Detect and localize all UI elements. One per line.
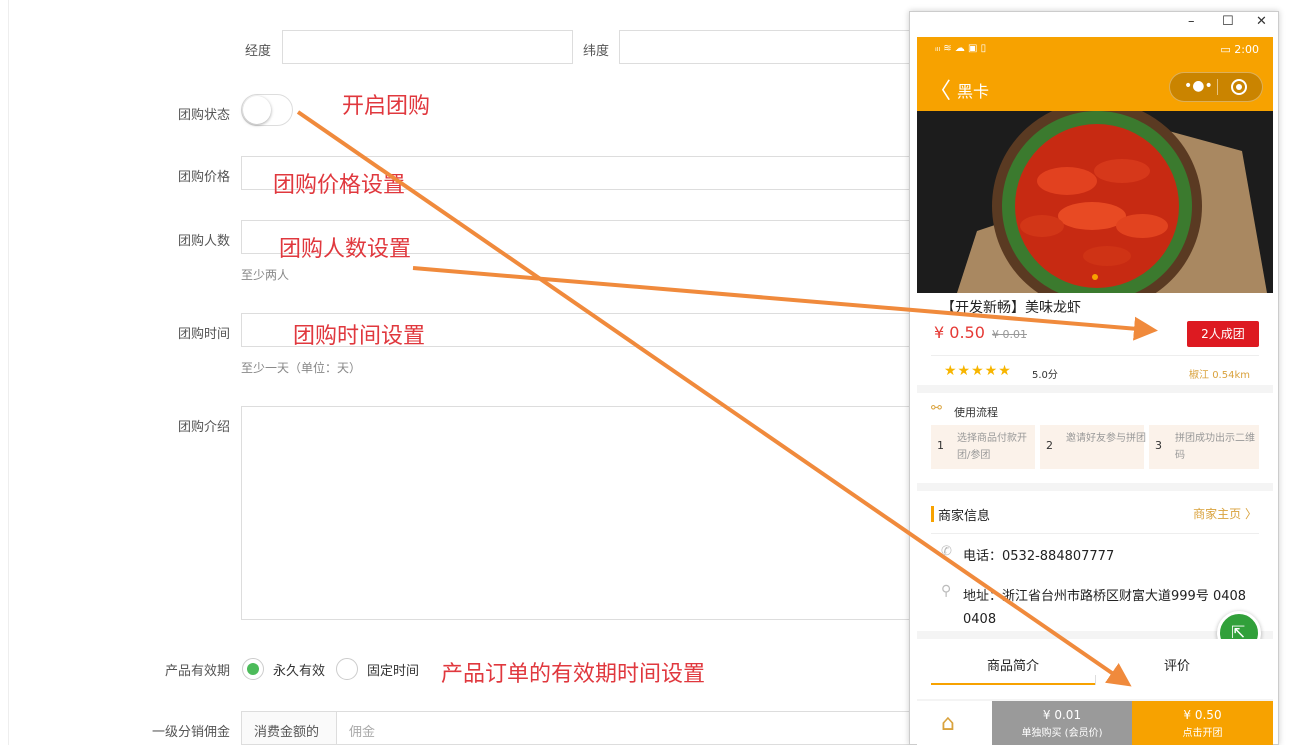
validity-fixed-label[interactable]: 固定时间: [367, 660, 419, 679]
rating-score: 5.0分: [1032, 370, 1058, 381]
flow-icon: ⚯: [931, 401, 942, 416]
rating-stars: ★★★★★: [944, 363, 1012, 379]
phone-icon: ✆: [941, 544, 952, 559]
group-buy-label: 点击开团: [1182, 728, 1223, 739]
more-icon[interactable]: •●•: [1184, 78, 1213, 94]
merchant-info: 商家信息 商家主页 〉 ✆ 电话：0532-884807777 ⚲ 地址：浙江省…: [917, 491, 1273, 655]
group-size-hint: 至少两人: [241, 268, 290, 282]
annotation-validity-setting: 产品订单的有效期时间设置: [441, 662, 706, 687]
validity-forever-radio[interactable]: [242, 658, 264, 680]
commission-label: 一级分销佣金: [152, 725, 231, 740]
footer-bar: ⌂ ¥ 0.01 单独购买 (会员价) ¥ 0.50 点击开团: [917, 701, 1273, 745]
group-price: ¥ 0.50: [934, 323, 985, 342]
group-buy-price: ¥ 0.50: [1183, 708, 1222, 722]
group-time-hint: 至少一天（单位：天）: [241, 361, 362, 375]
product-title: 【开发新畅】美味龙虾: [941, 300, 1081, 316]
longitude-label: 经度: [245, 44, 272, 59]
longitude-input[interactable]: [282, 30, 573, 64]
simulator-window: – ☐ ✕ ᵢₗₗ ≋ ☁ ▣ ▯ ▭ 2:00 〈 黑卡 •●• 【开发新畅】…: [909, 11, 1279, 745]
usage-flow: ⚯ 使用流程 1 选择商品付款开团/参团 2 邀请好友参与拼团 3 拼团成功出示…: [917, 393, 1273, 483]
step-number: 3: [1155, 439, 1162, 452]
page-left-border: [8, 0, 9, 745]
single-buy-button[interactable]: ¥ 0.01 单独购买 (会员价): [992, 701, 1132, 745]
tab-intro[interactable]: 商品简介: [987, 655, 1039, 674]
merchant-phone[interactable]: 电话：0532-884807777: [963, 545, 1114, 564]
phone-screen: ᵢₗₗ ≋ ☁ ▣ ▯ ▭ 2:00 〈 黑卡 •●• 【开发新畅】美味龙虾 ¥…: [917, 37, 1273, 745]
step-text: 拼团成功出示二维码: [1175, 433, 1255, 461]
validity-forever-label[interactable]: 永久有效: [273, 660, 325, 679]
menu-capsule[interactable]: •●•: [1169, 72, 1263, 102]
group-size-button[interactable]: 2人成团: [1187, 321, 1259, 347]
group-price-label: 团购价格: [178, 170, 231, 185]
group-size-label: 团购人数: [178, 234, 231, 249]
commission-prefix-text: 消费金额的: [254, 725, 320, 740]
tab-divider: [1095, 675, 1096, 685]
group-intro-label: 团购介绍: [178, 420, 231, 435]
flow-step: 2 邀请好友参与拼团: [1040, 425, 1146, 469]
toggle-knob: [243, 96, 271, 124]
step-text: 选择商品付款开团/参团: [957, 433, 1027, 461]
close-button[interactable]: ✕: [1256, 14, 1267, 29]
group-status-label: 团购状态: [178, 108, 231, 123]
group-buy-button[interactable]: ¥ 0.50 点击开团: [1132, 701, 1273, 745]
minimize-button[interactable]: –: [1188, 14, 1195, 29]
group-time-label: 团购时间: [178, 327, 231, 342]
status-bar: ᵢₗₗ ≋ ☁ ▣ ▯ ▭ 2:00: [917, 37, 1273, 63]
nav-bar: 〈 黑卡 •●•: [917, 63, 1273, 111]
annotation-enable-group: 开启团购: [342, 94, 431, 119]
group-status-toggle[interactable]: [241, 94, 293, 126]
section-accent-bar: [931, 506, 934, 522]
single-buy-label: 单独购买 (会员价): [1021, 728, 1103, 739]
active-tab-underline: [931, 683, 1095, 685]
annotation-price-setting: 团购价格设置: [273, 173, 406, 198]
flow-title: 使用流程: [954, 406, 998, 419]
battery-clock: ▭ 2:00: [1220, 43, 1259, 56]
commission-input[interactable]: 佣金: [336, 711, 921, 745]
flow-step: 3 拼团成功出示二维码: [1149, 425, 1259, 469]
divider: [931, 533, 1259, 534]
signal-icons: ᵢₗₗ ≋ ☁ ▣ ▯: [935, 43, 987, 54]
step-text: 邀请好友参与拼团: [1066, 433, 1146, 444]
validity-fixed-radio[interactable]: [336, 658, 358, 680]
commission-placeholder: 佣金: [349, 725, 376, 740]
original-price: ¥ 0.01: [992, 328, 1027, 341]
single-buy-price: ¥ 0.01: [1042, 708, 1082, 722]
commission-prefix-addon: 消费金额的: [241, 711, 337, 745]
latitude-label: 纬度: [583, 44, 610, 59]
home-icon[interactable]: ⌂: [941, 711, 955, 736]
product-image: [917, 111, 1273, 293]
window-titlebar: – ☐ ✕: [910, 12, 1278, 36]
capsule-divider: [1217, 79, 1218, 95]
annotation-time-setting: 团购时间设置: [293, 324, 426, 349]
annotation-size-setting: 团购人数设置: [279, 237, 412, 262]
maximize-button[interactable]: ☐: [1222, 14, 1234, 29]
back-icon[interactable]: 〈: [929, 73, 951, 105]
latitude-input[interactable]: [619, 30, 919, 64]
detail-tabs: 商品简介 评价: [917, 639, 1273, 699]
step-number: 2: [1046, 439, 1053, 452]
step-number: 1: [937, 439, 944, 452]
divider: [931, 355, 1259, 356]
merchant-title: 商家信息: [938, 509, 991, 524]
distance: 椒江 0.54km: [1189, 370, 1250, 381]
location-pin-icon: ⚲: [941, 583, 952, 599]
close-miniapp-icon[interactable]: [1231, 79, 1247, 95]
product-card: 【开发新畅】美味龙虾 ¥ 0.50 ¥ 0.01 2人成团 ★★★★★ 5.0分…: [917, 293, 1273, 385]
crayfish-plate-illustration: [917, 111, 1273, 293]
validity-label: 产品有效期: [165, 664, 231, 679]
group-intro-textarea[interactable]: [241, 406, 921, 620]
merchant-home-link[interactable]: 商家主页 〉: [1193, 505, 1257, 522]
flow-step: 1 选择商品付款开团/参团: [931, 425, 1035, 469]
nav-title: 黑卡: [957, 82, 990, 101]
tab-reviews[interactable]: 评价: [1164, 655, 1190, 674]
